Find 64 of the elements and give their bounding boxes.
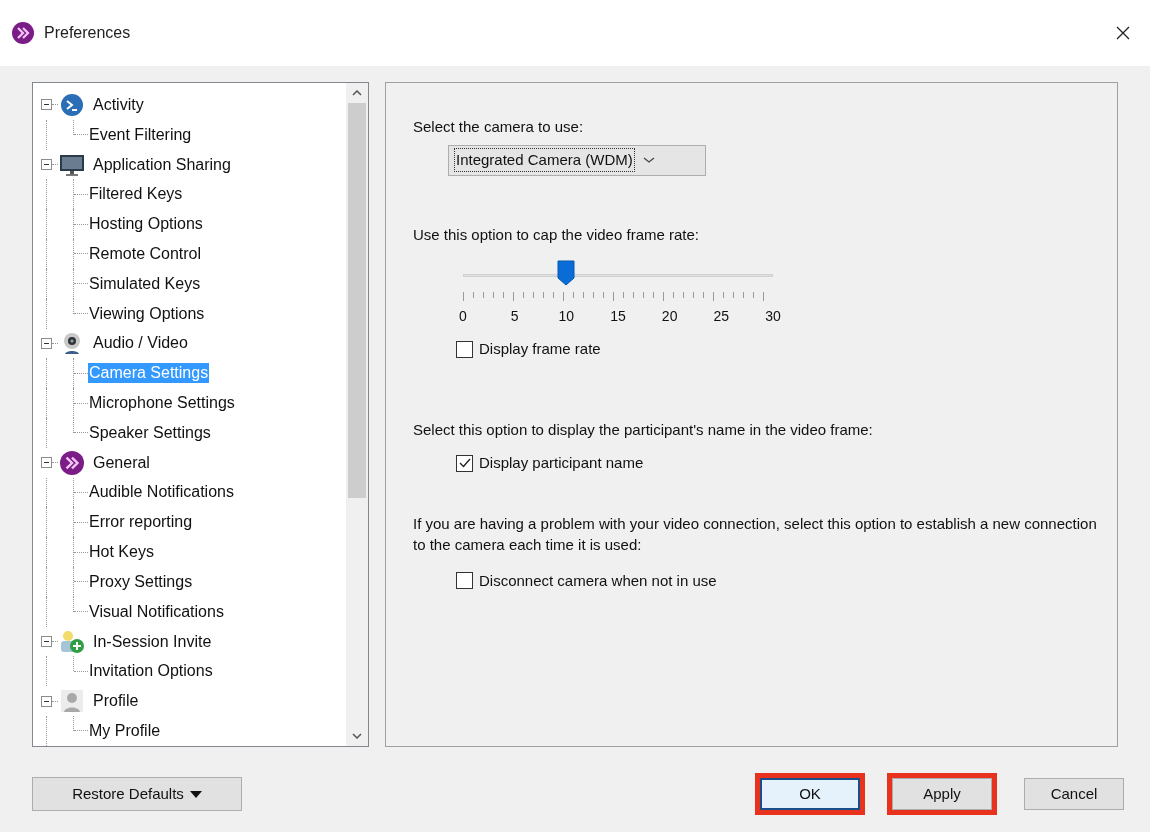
tree-item[interactable]: Visual Notifications <box>88 601 225 622</box>
invite-icon <box>59 629 85 654</box>
tree-item[interactable]: Simulated Keys <box>88 273 202 294</box>
tree-item[interactable]: Proxy Settings <box>88 571 194 592</box>
collapse-toggle[interactable] <box>41 159 52 171</box>
checkbox[interactable] <box>456 340 473 358</box>
restore-defaults-button[interactable]: Restore Defaults <box>32 777 242 811</box>
tree-item[interactable]: Activity <box>92 94 145 115</box>
dialog-button[interactable]: Cancel <box>1024 778 1124 810</box>
frame-rate-label: Use this option to cap the video frame rate: <box>413 224 700 245</box>
tree-item[interactable]: Audible Notifications <box>88 482 235 503</box>
camera-dropdown[interactable]: Integrated Camera (WDM) <box>448 144 706 176</box>
connection-description: If you are having a problem with your video connection, select this option to establish a new connection to the camera each time it is used: <box>413 513 1098 555</box>
tree-item[interactable]: Viewing Options <box>88 303 206 324</box>
camera-label: Select the camera to use: <box>413 117 585 137</box>
logo-icon <box>60 450 84 475</box>
monitor-icon <box>59 152 85 177</box>
check-icon <box>458 458 471 469</box>
chevron-down-icon <box>642 156 655 164</box>
tree-item[interactable]: Hosting Options <box>88 214 204 235</box>
tree-item[interactable]: Invitation Options <box>88 661 214 682</box>
slider-thumb[interactable] <box>557 260 576 286</box>
tree-item[interactable]: Filtered Keys <box>88 184 184 205</box>
tree-item[interactable]: Application Sharing <box>92 154 232 175</box>
tree-item[interactable]: Event Filtering <box>88 124 193 145</box>
tick-label: 10 <box>558 307 575 326</box>
tick-label: 25 <box>713 307 730 326</box>
tree-item[interactable]: Microphone Settings <box>88 393 236 414</box>
tree-item[interactable]: Speaker Settings <box>88 422 212 443</box>
app-logo-icon <box>12 22 34 44</box>
checkbox[interactable] <box>456 454 473 472</box>
participant-label: Select this option to display the participant's name in the video frame: <box>413 419 874 440</box>
collapse-toggle[interactable] <box>41 99 52 111</box>
tree-item[interactable]: In-Session Invite <box>92 631 213 652</box>
person-icon <box>60 689 84 714</box>
tick-label: 15 <box>610 307 626 326</box>
tick-label: 5 <box>510 307 519 326</box>
checkbox-label: Display participant name <box>479 453 644 473</box>
tree-item[interactable]: Hot Keys <box>88 542 155 563</box>
window-title: Preferences <box>44 23 131 43</box>
collapse-toggle[interactable] <box>41 337 52 349</box>
checkbox-label: Display frame rate <box>479 339 601 359</box>
scrollbar[interactable] <box>346 83 368 746</box>
checkbox[interactable] <box>456 572 473 590</box>
tree-item[interactable]: Remote Control <box>88 243 203 264</box>
close-icon <box>1116 26 1130 40</box>
tree-item[interactable]: Profile <box>92 691 140 712</box>
tree-item[interactable]: Audio / Video <box>92 333 189 354</box>
collapse-toggle[interactable] <box>41 636 52 648</box>
scroll-up-icon[interactable] <box>352 90 362 96</box>
dropdown-arrow-icon <box>189 790 202 798</box>
dialog-button[interactable]: OK <box>760 778 860 810</box>
collapse-toggle[interactable] <box>41 695 52 707</box>
tick-label: 0 <box>459 307 467 326</box>
tick-label: 30 <box>765 307 781 326</box>
tree-item[interactable]: My Profile <box>88 720 162 741</box>
dialog-button[interactable]: Apply <box>892 778 992 810</box>
collapse-toggle[interactable] <box>41 457 52 469</box>
tick-label: 20 <box>661 307 678 326</box>
tree-item[interactable]: General <box>92 452 151 473</box>
terminal-icon <box>60 92 84 117</box>
tree-item[interactable]: Error reporting <box>88 512 194 533</box>
checkbox-label: Disconnect camera when not in use <box>479 570 717 591</box>
scroll-down-icon[interactable] <box>352 733 362 739</box>
